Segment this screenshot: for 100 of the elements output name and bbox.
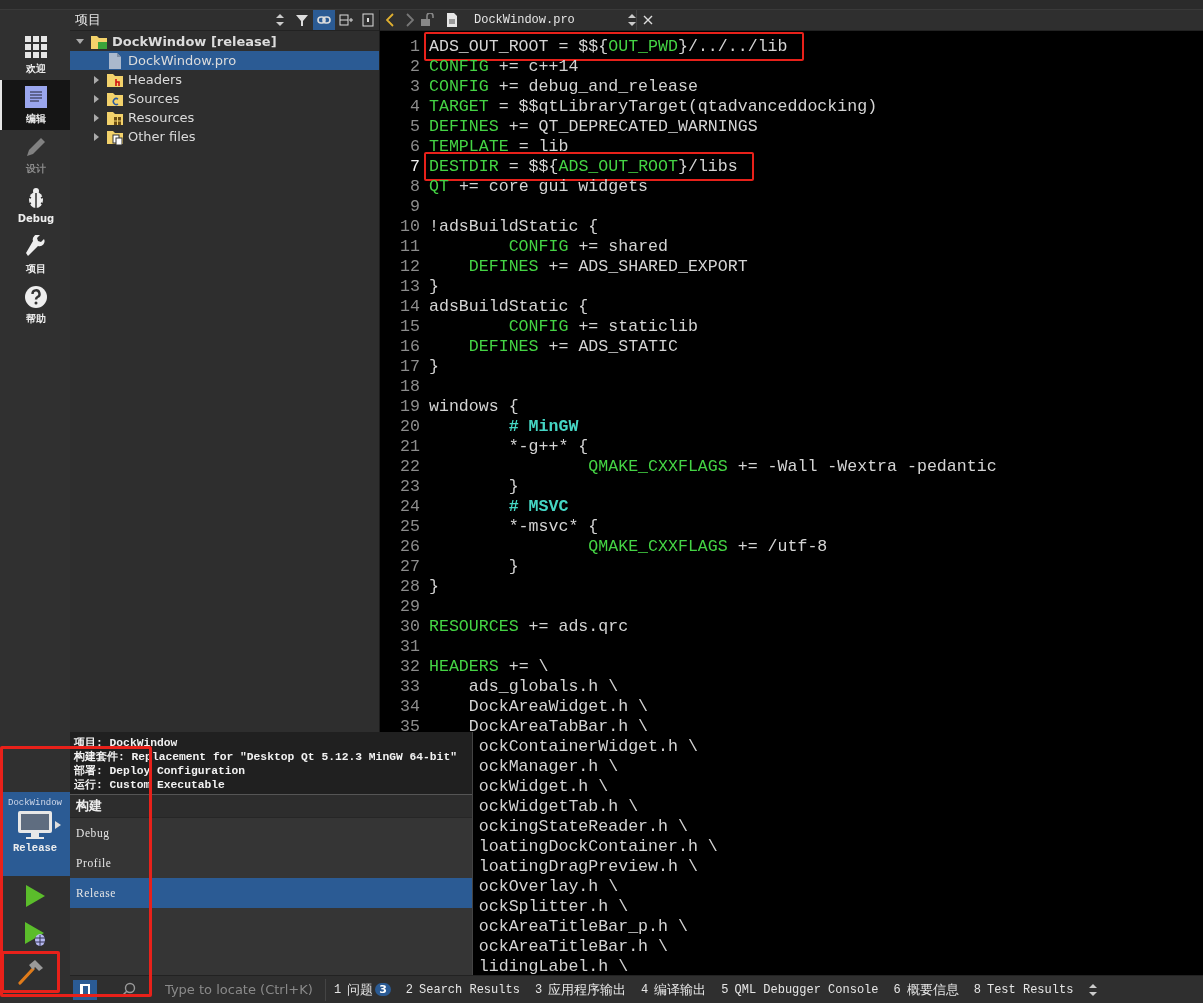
output-pane-tab[interactable]: 3 应用程序输出 <box>526 980 634 999</box>
kit-project-label: DockWindow <box>8 798 62 808</box>
line-number: 15 <box>399 317 421 337</box>
output-pane-tab[interactable]: 2 Search Results <box>397 982 527 997</box>
line-number: 10 <box>399 217 421 237</box>
mode-button[interactable]: 编辑 <box>0 80 70 130</box>
code-line: QMAKE_CXXFLAGS += /utf-8 <box>587 537 828 557</box>
line-number: 26 <box>399 537 421 557</box>
code-line: ockingStateReader.h \ <box>478 817 688 837</box>
code-line: } <box>429 577 439 597</box>
code-line: CONFIG += debug_and_release <box>429 77 698 97</box>
code-line: DEFINES += QT_DEPRECATED_WARNINGS <box>429 117 758 137</box>
build-config-item[interactable]: Profile <box>70 848 472 878</box>
code-line: !adsBuildStatic { <box>429 217 599 237</box>
line-number: 4 <box>409 97 421 117</box>
output-pane-tab[interactable]: 5 QML Debugger Console <box>713 982 886 997</box>
kit-info-line: 运行: Custom Executable <box>74 778 226 792</box>
tree-item[interactable]: DockWindow.pro <box>70 51 379 70</box>
line-number: 33 <box>399 677 421 697</box>
document-icon <box>24 84 48 109</box>
output-pane-tab[interactable]: 4 编译输出 <box>633 980 714 999</box>
code-line: *-msvc* { <box>507 517 599 537</box>
tree-item[interactable]: DockWindow [release] <box>70 32 379 51</box>
line-number: 19 <box>399 397 421 417</box>
output-pane-tab[interactable]: 8 Test Results <box>965 982 1081 997</box>
code-line: loatingDragPreview.h \ <box>478 857 698 877</box>
play-bug-icon <box>23 921 47 947</box>
grid-icon <box>24 34 48 59</box>
code-line: CONFIG += shared <box>507 237 668 257</box>
section-header: 构建 <box>70 795 472 818</box>
code-line: adsBuildStatic { <box>429 297 589 317</box>
wrench-icon <box>24 234 48 259</box>
sort-icon <box>628 13 636 27</box>
link-button[interactable] <box>313 10 335 30</box>
code-line: CONFIG += staticlib <box>507 317 698 337</box>
code-line: # MinGW <box>507 417 579 437</box>
build-config-item[interactable]: Release <box>70 878 472 908</box>
line-number: 16 <box>399 337 421 357</box>
code-line: TEMPLATE = lib <box>429 137 569 157</box>
close-panel-icon <box>361 13 375 27</box>
output-pane-tab[interactable]: 1 问题 3 <box>326 980 398 999</box>
kit-info-line: 部署: Deploy Configuration <box>74 764 247 778</box>
kit-selector[interactable]: DockWindow Release <box>0 792 70 876</box>
line-number: 23 <box>399 477 421 497</box>
triangle-right-icon <box>92 132 100 141</box>
toggle-sidebar-button[interactable] <box>73 979 97 1000</box>
code-line: CONFIG += c++14 <box>429 57 579 77</box>
kit-build-label: Release <box>12 842 58 854</box>
sort-icon <box>1088 982 1099 997</box>
mode-button[interactable]: 欢迎 <box>0 30 70 80</box>
tree-item[interactable]: Sources <box>70 89 379 108</box>
output-pane-tab[interactable]: 6 概要信息 <box>885 980 966 999</box>
chevron-right-icon <box>406 13 414 27</box>
code-line: ADS_OUT_ROOT = $${OUT_PWD}/../../lib <box>429 37 788 57</box>
line-number: 3 <box>409 77 421 97</box>
tree-item[interactable]: Other files <box>70 127 379 146</box>
line-number: 30 <box>399 617 421 637</box>
line-number: 24 <box>399 497 421 517</box>
code-line: } <box>507 477 519 497</box>
line-number: 2 <box>409 57 421 77</box>
line-number: 1 <box>409 37 421 57</box>
mode-button[interactable]: 帮助 <box>0 280 70 330</box>
line-number: 34 <box>399 697 421 717</box>
code-line: # MSVC <box>507 497 569 517</box>
code-line: loatingDockContainer.h \ <box>478 837 718 857</box>
sort-icon <box>275 13 285 27</box>
lock-icon <box>420 13 434 27</box>
code-line: windows { <box>429 397 519 417</box>
triangle-right-icon <box>55 821 61 829</box>
line-number: 9 <box>409 197 421 217</box>
build-config-item[interactable]: Debug <box>70 818 472 848</box>
line-number: 20 <box>399 417 421 437</box>
code-line: ockManager.h \ <box>478 757 619 777</box>
file-icon <box>106 51 124 70</box>
help-icon <box>24 284 48 309</box>
tree-item[interactable]: Headers <box>70 70 379 89</box>
chevron-left-icon <box>386 13 394 27</box>
code-line: DEFINES += ADS_SHARED_EXPORT <box>467 257 748 277</box>
line-number: 5 <box>409 117 421 137</box>
code-line: ockSplitter.h \ <box>478 897 629 917</box>
mode-button[interactable]: 项目 <box>0 230 70 280</box>
link-icon <box>317 13 331 27</box>
sidebar-icon <box>79 982 91 997</box>
close-icon <box>643 15 653 25</box>
code-line: DockAreaTabBar.h \ <box>467 717 649 737</box>
line-number: 22 <box>399 457 421 477</box>
triangle-right-icon <box>92 113 100 122</box>
line-number: 12 <box>399 257 421 277</box>
code-line: ockAreaTitleBar_p.h \ <box>478 917 688 937</box>
search-field[interactable]: Type to locate (Ctrl+K) <box>121 978 326 1001</box>
file-selector[interactable]: DockWindow.pro <box>446 12 636 28</box>
mode-button[interactable]: Debug <box>0 180 70 230</box>
tree-item[interactable]: Resources <box>70 108 379 127</box>
line-number: 21 <box>399 437 421 457</box>
code-line: *-g++* { <box>507 437 589 457</box>
code-line: QT += core gui widgets <box>429 177 649 197</box>
code-line: ockOverlay.h \ <box>478 877 619 897</box>
code-line: RESOURCES += ads.qrc <box>429 617 629 637</box>
line-number: 18 <box>399 377 421 397</box>
monitor-icon <box>17 810 53 840</box>
